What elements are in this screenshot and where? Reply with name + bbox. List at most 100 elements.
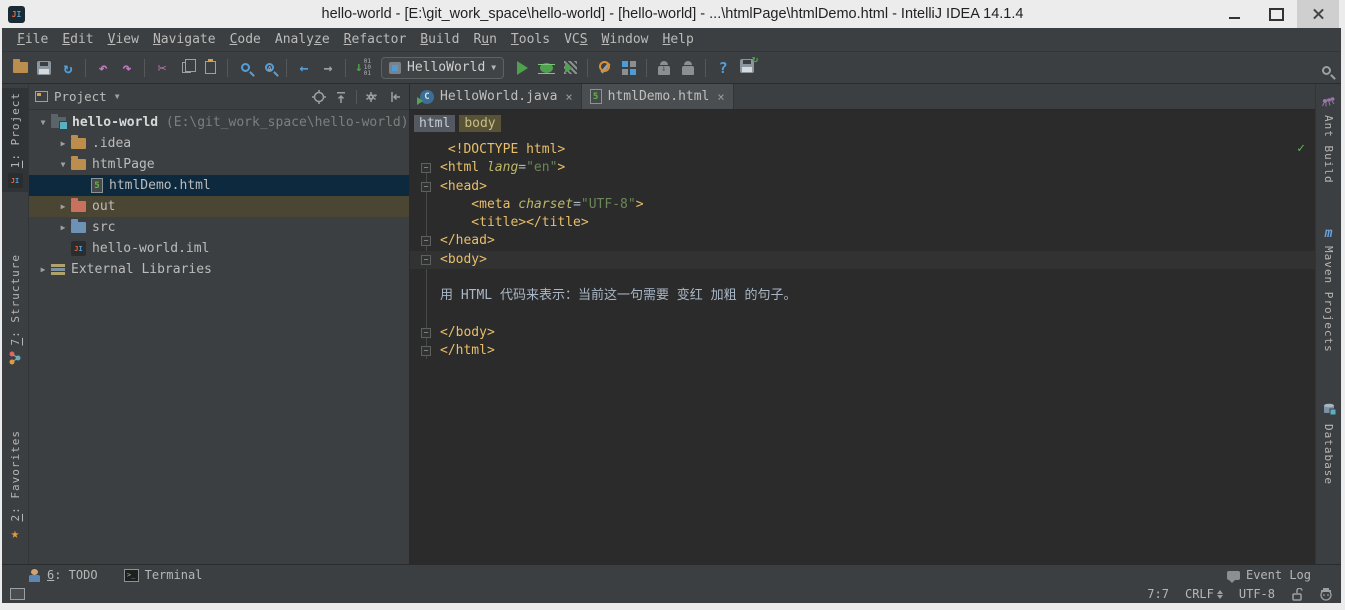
cut-icon[interactable]: ✂ <box>150 56 174 80</box>
export-to-text-icon[interactable]: ↓01 10 01 <box>351 56 375 80</box>
maven-icon: m <box>1325 226 1333 241</box>
save-all-icon[interactable] <box>32 56 56 80</box>
fold-end-marker-icon[interactable]: − <box>421 346 431 356</box>
tree-row-htmldemo-file[interactable]: 5 htmlDemo.html <box>29 175 409 196</box>
back-icon[interactable]: ← <box>292 56 316 80</box>
undo-icon[interactable]: ↶ <box>91 56 115 80</box>
expanded-arrow-icon[interactable]: ▼ <box>35 118 51 127</box>
chevron-down-icon[interactable]: ▼ <box>115 92 120 101</box>
tab-helloworld-java[interactable]: C HelloWorld.java × <box>412 84 582 109</box>
settings-icon[interactable] <box>593 56 617 80</box>
find-icon[interactable] <box>233 56 257 80</box>
minimize-button[interactable] <box>1213 0 1255 28</box>
tool-window-button-structure[interactable]: 7: Structure <box>2 250 28 371</box>
menu-run[interactable]: Run <box>466 30 503 49</box>
hector-inspector-icon[interactable] <box>1319 587 1333 601</box>
maximize-button[interactable] <box>1255 0 1297 28</box>
copy-icon[interactable] <box>174 56 198 80</box>
paste-icon[interactable] <box>198 56 222 80</box>
collapse-all-icon[interactable] <box>334 90 348 104</box>
run-configuration-select[interactable]: HelloWorld ▼ <box>381 57 504 79</box>
line-ending-select[interactable]: CRLF <box>1185 587 1223 601</box>
unlock-icon[interactable] <box>1291 588 1303 601</box>
tool-window-button-todo[interactable]: 6: TODO <box>28 568 98 582</box>
tool-window-button-ant-build[interactable]: Ant Build <box>1316 90 1341 188</box>
fold-end-marker-icon[interactable]: − <box>421 328 431 338</box>
menu-refactor[interactable]: Refactor <box>337 30 414 49</box>
folder-icon <box>71 159 86 170</box>
expanded-arrow-icon[interactable]: ▼ <box>55 160 71 169</box>
project-root-icon <box>51 117 66 128</box>
search-everywhere-icon[interactable] <box>1322 60 1331 79</box>
tree-row-project-root[interactable]: ▼ hello-world (E:\git_work_space\hello-w… <box>29 112 409 133</box>
code-editor[interactable]: ✓ <!DOCTYPE html> −<html lang="en"> −<he… <box>410 136 1315 564</box>
breadcrumb-body[interactable]: body <box>459 115 500 132</box>
android-sdk-manager-icon[interactable]: ↓ <box>652 56 676 80</box>
tool-window-button-project[interactable]: 1: Project JI <box>2 88 28 192</box>
menu-code[interactable]: Code <box>223 30 268 49</box>
event-log-button[interactable]: Event Log <box>1227 568 1311 582</box>
project-structure-icon[interactable] <box>617 56 641 80</box>
tab-htmldemo-html[interactable]: 5 htmlDemo.html × <box>582 84 734 109</box>
fold-marker-icon[interactable]: − <box>421 182 431 192</box>
collapsed-arrow-icon[interactable]: ▶ <box>55 139 71 148</box>
code-line: <title></title> <box>410 214 1315 232</box>
redo-icon[interactable]: ↷ <box>115 56 139 80</box>
open-icon[interactable] <box>8 56 32 80</box>
menu-view[interactable]: View <box>101 30 146 49</box>
replace-icon[interactable]: A <box>257 56 281 80</box>
menu-window[interactable]: Window <box>595 30 656 49</box>
tree-row-idea-folder[interactable]: ▶ .idea <box>29 133 409 154</box>
main-toolbar: ↻ ↶ ↷ ✂ A ← → ↓01 10 01 HelloWorld ▼ ↓ <box>2 52 1341 84</box>
database-icon <box>1322 402 1336 419</box>
locate-target-icon[interactable] <box>312 90 326 104</box>
menu-edit[interactable]: Edit <box>55 30 100 49</box>
right-tool-window-bar: Ant Build m Maven Projects Database <box>1315 84 1341 564</box>
caret-position[interactable]: 7:7 <box>1147 587 1169 601</box>
menu-navigate[interactable]: Navigate <box>146 30 223 49</box>
tree-row-iml-file[interactable]: JI hello-world.iml <box>29 238 409 259</box>
menu-file[interactable]: File <box>10 30 55 49</box>
help-icon[interactable]: ? <box>711 56 735 80</box>
editor-area: C HelloWorld.java × 5 htmlDemo.html × ht… <box>410 84 1315 564</box>
code-line: <meta charset="UTF-8"> <box>410 196 1315 214</box>
menu-vcs[interactable]: VCS <box>557 30 594 49</box>
synchronize-icon[interactable]: ↻ <box>56 56 80 80</box>
html-file-icon: 5 <box>91 178 103 193</box>
fold-end-marker-icon[interactable]: − <box>421 236 431 246</box>
tool-window-button-favorites[interactable]: 2: Favorites ★ <box>2 426 28 546</box>
hide-panel-icon[interactable] <box>389 90 403 104</box>
menu-tools[interactable]: Tools <box>504 30 557 49</box>
collapsed-arrow-icon[interactable]: ▶ <box>35 265 51 274</box>
tool-window-quick-access-icon[interactable] <box>10 588 25 600</box>
menu-help[interactable]: Help <box>656 30 701 49</box>
encoding-select[interactable]: UTF-8 <box>1239 587 1275 601</box>
fold-marker-icon[interactable]: − <box>421 163 431 173</box>
tree-row-src-folder[interactable]: ▶ src <box>29 217 409 238</box>
tree-row-external-libraries[interactable]: ▶ External Libraries <box>29 259 409 280</box>
fold-marker-icon[interactable]: − <box>421 255 431 265</box>
debug-icon[interactable] <box>534 56 558 80</box>
tool-window-button-terminal[interactable]: >_ Terminal <box>124 568 203 582</box>
close-tab-icon[interactable]: × <box>717 90 724 104</box>
menu-build[interactable]: Build <box>413 30 466 49</box>
java-class-icon: C <box>420 90 434 104</box>
menu-analyze[interactable]: Analyze <box>268 30 337 49</box>
close-button[interactable] <box>1297 0 1339 28</box>
run-with-coverage-icon[interactable] <box>558 56 582 80</box>
tree-row-out-folder[interactable]: ▶ out <box>29 196 409 217</box>
close-tab-icon[interactable]: × <box>565 90 572 104</box>
collapsed-arrow-icon[interactable]: ▶ <box>55 223 71 232</box>
terminal-icon: >_ <box>124 569 139 582</box>
android-device-monitor-icon[interactable] <box>676 56 700 80</box>
tool-window-button-database[interactable]: Database <box>1316 398 1341 489</box>
gear-icon[interactable] <box>365 90 381 104</box>
html-file-icon: 5 <box>590 89 602 104</box>
breadcrumb-html[interactable]: html <box>414 115 455 132</box>
tool-window-button-maven-projects[interactable]: m Maven Projects <box>1316 222 1341 357</box>
run-icon[interactable] <box>510 56 534 80</box>
collapsed-arrow-icon[interactable]: ▶ <box>55 202 71 211</box>
export-settings-icon[interactable]: ↻ <box>735 56 759 80</box>
tree-row-htmlpage-folder[interactable]: ▼ htmlPage <box>29 154 409 175</box>
forward-icon[interactable]: → <box>316 56 340 80</box>
